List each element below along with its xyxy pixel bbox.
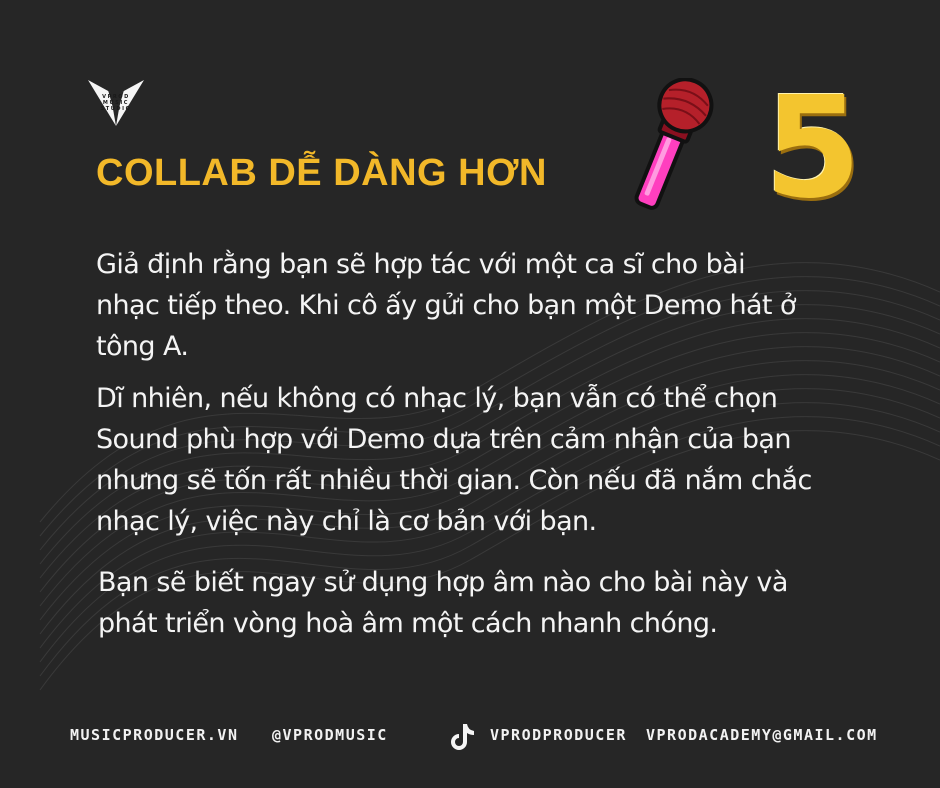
- paragraph-line: phát triển vòng hoà âm một cách nhanh ch…: [98, 608, 718, 639]
- microphone-icon: [634, 78, 714, 210]
- paragraph-line: Giả định rằng bạn sẽ hợp tác với một ca …: [96, 249, 746, 280]
- page-title: COLLAB DỄ DÀNG HƠN: [96, 152, 547, 194]
- paragraph-line: nhạc tiếp theo. Khi cô ấy gửi cho bạn mộ…: [96, 290, 796, 321]
- logo-text: VPROD MUSIC STUDIO: [100, 94, 132, 112]
- footer-email-link[interactable]: VPRODACADEMY@GMAIL.COM: [646, 726, 878, 744]
- footer-website-link[interactable]: MUSICPRODUCER.VN: [70, 726, 239, 744]
- paragraph-line: Sound phù hợp với Demo dựa trên cảm nhận…: [96, 424, 791, 455]
- section-number: 5: [764, 67, 862, 230]
- footer-handle-link[interactable]: @VPRODMUSIC: [272, 726, 388, 744]
- paragraph-line: nhạc lý, việc này chỉ là cơ bản với bạn.: [96, 506, 597, 537]
- paragraph-line: Dĩ nhiên, nếu không có nhạc lý, bạn vẫn …: [96, 383, 778, 414]
- paragraph-line: nhưng sẽ tốn rất nhiều thời gian. Còn nế…: [96, 465, 812, 496]
- footer-tiktok-link[interactable]: VPRODPRODUCER: [490, 726, 627, 744]
- paragraph-line: tông A.: [96, 331, 189, 362]
- paragraph-line: Bạn sẽ biết ngay sử dụng hợp âm nào cho …: [98, 567, 788, 598]
- paragraph-3: Bạn sẽ biết ngay sử dụng hợp âm nào cho …: [98, 562, 878, 644]
- paragraph-1: Giả định rằng bạn sẽ hợp tác với một ca …: [96, 244, 876, 367]
- tiktok-icon: [451, 724, 474, 750]
- paragraph-2: Dĩ nhiên, nếu không có nhạc lý, bạn vẫn …: [96, 378, 876, 542]
